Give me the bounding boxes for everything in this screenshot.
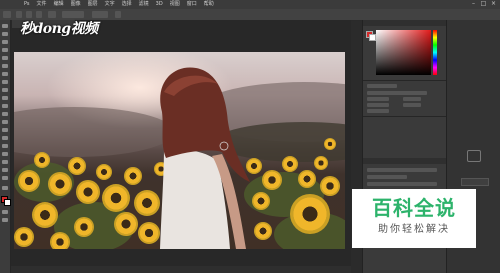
close-button[interactable]: × [490, 1, 497, 7]
menu-item-filter[interactable]: 滤镜 [139, 1, 149, 8]
menu-item-edit[interactable]: 编辑 [54, 1, 64, 8]
move-tool-icon[interactable] [2, 24, 8, 28]
girl-figure [160, 67, 250, 249]
marquee-tool-icon[interactable] [2, 32, 8, 36]
overlay-title: 百科全说 [372, 196, 456, 220]
eyedropper-tool-icon[interactable] [2, 64, 8, 68]
menu-item-layer[interactable]: 图层 [88, 1, 98, 8]
menu-item-window[interactable]: 窗口 [187, 1, 197, 8]
gradient-tool-icon[interactable] [2, 112, 8, 116]
brush-mode-icon[interactable] [26, 11, 32, 18]
overlay-subtitle: 助你轻松解决 [378, 224, 450, 235]
history-brush-tool-icon[interactable] [2, 96, 8, 100]
brush-tool-icon[interactable] [2, 80, 8, 84]
healing-brush-tool-icon[interactable] [2, 72, 8, 76]
menu-item-view[interactable]: 视图 [170, 1, 180, 8]
menu-item-type[interactable]: 文字 [105, 1, 115, 8]
blend-mode-select[interactable] [367, 175, 407, 179]
option-toggle[interactable] [115, 11, 121, 18]
menu-item-image[interactable]: 图像 [71, 1, 81, 8]
panel-divider [363, 116, 447, 117]
type-tool-icon[interactable] [2, 144, 8, 148]
option-field[interactable] [62, 11, 84, 18]
color-panel-tabs [363, 20, 447, 26]
site-watermark-logo: 秒dong视频 [20, 21, 98, 37]
properties-row[interactable] [367, 103, 389, 107]
quick-mask-icon[interactable] [2, 210, 8, 214]
menu-item-file[interactable]: 文件 [37, 1, 47, 8]
baike-overlay: 百科全说 助你轻松解决 [352, 189, 476, 248]
menu-list: Ps 文件 编辑 图像 图层 文字 选择 滤镜 3D 视图 窗口 帮助 [24, 1, 214, 8]
minimize-button[interactable]: – [470, 1, 477, 7]
library-icon [467, 150, 481, 162]
hue-slider[interactable] [433, 30, 437, 75]
eraser-tool-icon[interactable] [2, 104, 8, 108]
library-action-button[interactable] [461, 178, 489, 186]
path-select-tool-icon[interactable] [2, 152, 8, 156]
menu-item-select[interactable]: 选择 [122, 1, 132, 8]
properties-header [367, 84, 397, 88]
pen-tool-icon[interactable] [2, 136, 8, 140]
maximize-button[interactable]: □ [480, 1, 487, 7]
lock-row[interactable] [367, 182, 437, 186]
lasso-tool-icon[interactable] [2, 40, 8, 44]
background-color-swatch[interactable] [4, 199, 11, 206]
menu-item-app[interactable]: Ps [24, 1, 30, 8]
hand-tool-icon[interactable] [2, 168, 8, 172]
image-canvas[interactable] [14, 52, 345, 249]
shape-tool-icon[interactable] [2, 160, 8, 164]
zoom-tool-icon[interactable] [2, 176, 8, 180]
color-picker-field[interactable] [376, 30, 431, 75]
properties-row[interactable] [403, 103, 421, 107]
properties-row[interactable] [367, 97, 389, 101]
panel-background-swatch[interactable] [369, 34, 376, 41]
layers-panel-tabs [363, 158, 447, 164]
color-swatches[interactable] [1, 196, 11, 206]
blur-tool-icon[interactable] [2, 120, 8, 124]
menu-item-3d[interactable]: 3D [156, 1, 163, 8]
layer-filter-row[interactable] [367, 168, 437, 172]
dodge-tool-icon[interactable] [2, 128, 8, 132]
quick-select-tool-icon[interactable] [2, 48, 8, 52]
properties-row[interactable] [403, 97, 421, 101]
airbrush-icon[interactable] [36, 11, 42, 18]
option-dropdown[interactable] [48, 11, 56, 18]
menu-bar: Ps 文件 编辑 图像 图层 文字 选择 滤镜 3D 视图 窗口 帮助 – □ … [0, 0, 500, 9]
menu-item-help[interactable]: 帮助 [204, 1, 214, 8]
extras-icon[interactable] [2, 186, 8, 190]
screen-mode-icon[interactable] [2, 218, 8, 222]
crop-tool-icon[interactable] [2, 56, 8, 60]
tool-preset-picker[interactable] [3, 11, 11, 18]
status-bar [11, 266, 351, 273]
clone-stamp-tool-icon[interactable] [2, 88, 8, 92]
properties-row[interactable] [367, 91, 427, 95]
panel-divider [363, 80, 447, 81]
brush-size-picker[interactable] [16, 11, 22, 18]
properties-row[interactable] [367, 109, 389, 113]
tools-panel [0, 20, 11, 273]
option-field-2[interactable] [92, 11, 108, 18]
